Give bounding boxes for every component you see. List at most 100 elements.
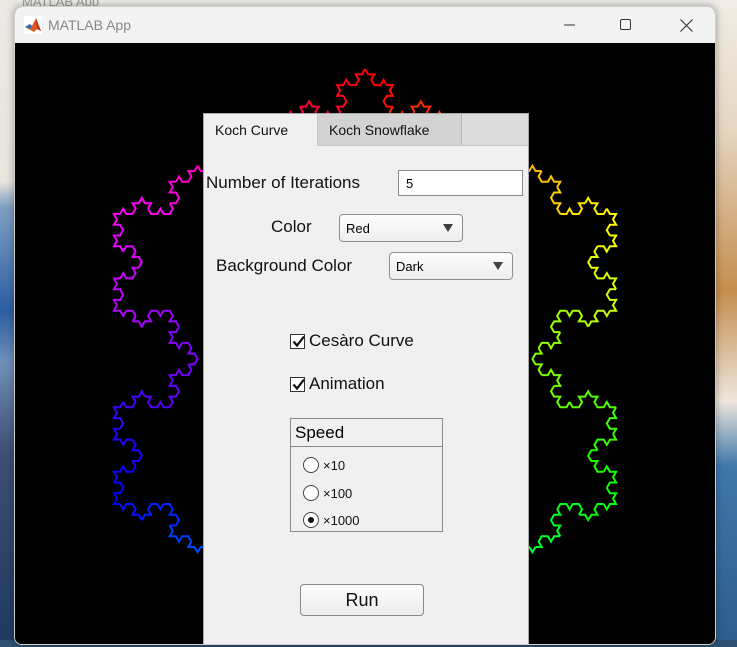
window-title: MATLAB App — [48, 17, 132, 33]
koch-curve-segment — [549, 309, 567, 334]
koch-curve-segment — [531, 347, 544, 376]
koch-curve-segment — [167, 363, 193, 381]
animation-label: Animation — [309, 374, 385, 393]
koch-curve-segment — [122, 389, 146, 409]
tab-koch-snowflake[interactable]: Koch Snowflake — [318, 114, 462, 145]
desktop-wallpaper-right — [713, 0, 737, 647]
speed-button-group: Speed ×10 ×100 ×1000 — [290, 418, 443, 532]
koch-curve-segment — [605, 208, 618, 236]
background-color-dropdown-value: Dark — [396, 258, 424, 274]
koch-curve-segment — [605, 406, 618, 435]
koch-curve-segment — [364, 68, 388, 87]
tab-koch-curve[interactable]: Koch Curve — [204, 114, 318, 146]
speed-option-label: ×1000 — [323, 512, 360, 528]
iterations-label: Number of Iterations — [206, 173, 361, 192]
koch-curve-segment — [130, 195, 153, 215]
koch-curve-segment — [565, 309, 590, 328]
color-dropdown[interactable]: Red — [339, 214, 463, 242]
koch-curve-segment — [597, 234, 618, 254]
koch-curve-segment — [119, 503, 143, 521]
speed-group-title: Speed — [291, 419, 442, 447]
koch-curve-segment — [602, 487, 618, 512]
koch-curve-segment — [112, 224, 125, 253]
cesaro-curve-checkbox[interactable] — [290, 333, 305, 349]
koch-curve-segment — [578, 503, 604, 523]
koch-curve-segment — [112, 427, 133, 447]
maximize-button[interactable] — [603, 7, 649, 43]
koch-curve-segment — [593, 271, 618, 290]
cesaro-curve-label: Cesàro Curve — [309, 331, 414, 350]
koch-curve-segment — [167, 326, 183, 351]
koch-curve-segment — [593, 433, 618, 451]
koch-curve-segment — [549, 508, 563, 537]
checkmark-icon — [292, 335, 305, 347]
koch-curve-segment — [167, 380, 181, 408]
close-icon — [679, 18, 693, 32]
app-window: MATLAB App Koch Curve Koch Snowflake Num… — [14, 6, 716, 645]
koch-curve-segment — [112, 464, 137, 483]
koch-curve-segment — [335, 77, 351, 102]
koch-curve-segment — [584, 195, 608, 215]
color-dropdown-value: Red — [346, 220, 370, 236]
dropdown-arrow-icon — [443, 224, 453, 232]
koch-curve-segment — [537, 170, 563, 188]
koch-curve-segment — [560, 202, 586, 215]
koch-curve-segment — [122, 245, 143, 269]
run-button[interactable]: Run — [300, 584, 424, 616]
close-button[interactable] — [663, 7, 709, 43]
koch-curve-segment — [568, 389, 593, 409]
koch-curve-segment — [556, 503, 584, 516]
color-label: Color — [271, 217, 312, 236]
animation-checkbox[interactable] — [290, 376, 305, 392]
koch-curve-segment — [112, 304, 137, 322]
background-color-dropdown[interactable]: Dark — [389, 252, 513, 280]
koch-curve-segment — [132, 309, 158, 329]
matlab-icon — [24, 16, 42, 34]
plot-canvas[interactable]: Koch Curve Koch Snowflake Number of Iter… — [15, 43, 715, 644]
animation-checkbox-row[interactable]: Animation — [290, 374, 385, 394]
radio-button-selected[interactable] — [303, 512, 319, 528]
koch-curve-segment — [549, 385, 571, 409]
koch-curve-segment — [140, 503, 165, 521]
background-color-label: Background Color — [216, 256, 353, 275]
control-panel: Koch Curve Koch Snowflake Number of Iter… — [203, 113, 529, 644]
speed-option-x10[interactable]: ×10 — [303, 457, 345, 473]
koch-curve-segment — [587, 309, 611, 328]
koch-curve-segment — [587, 449, 604, 473]
koch-curve-segment — [549, 186, 563, 215]
koch-curve-segment — [147, 202, 174, 215]
koch-curve-segment — [112, 401, 125, 430]
maximize-icon — [620, 19, 631, 30]
koch-curve-segment — [535, 535, 561, 548]
koch-curve-segment — [167, 525, 193, 544]
radio-button[interactable] — [303, 457, 319, 473]
speed-option-x100[interactable]: ×100 — [303, 485, 352, 501]
checkmark-icon — [292, 378, 305, 390]
koch-curve-segment — [112, 206, 133, 226]
koch-curve-segment — [591, 395, 617, 409]
minimize-button[interactable] — [547, 7, 593, 43]
koch-curve-segment — [130, 439, 143, 467]
koch-curve-segment — [112, 481, 125, 505]
koch-curve-segment — [587, 245, 600, 274]
cesaro-curve-checkbox-row[interactable]: Cesàro Curve — [290, 331, 414, 351]
speed-option-x1000[interactable]: ×1000 — [303, 512, 360, 528]
koch-curve-segment — [144, 395, 170, 409]
koch-curve-segment — [112, 277, 125, 306]
radio-button[interactable] — [303, 485, 319, 501]
koch-curve-segment — [541, 367, 563, 387]
dropdown-arrow-icon — [493, 262, 503, 270]
koch-curve-segment — [602, 464, 618, 489]
koch-curve-segment — [167, 180, 181, 205]
koch-curve-segment — [175, 165, 199, 183]
speed-option-label: ×10 — [323, 457, 346, 473]
koch-curve-segment — [182, 341, 199, 366]
koch-curve-segment — [382, 84, 395, 108]
speed-option-label: ×100 — [323, 485, 353, 501]
title-bar[interactable]: MATLAB App — [15, 7, 715, 43]
tab-bar: Koch Curve Koch Snowflake — [204, 114, 528, 146]
koch-curve-segment — [537, 331, 563, 351]
koch-curve-segment — [156, 309, 180, 328]
minimize-icon — [564, 24, 575, 26]
iterations-input[interactable]: 5 — [398, 170, 523, 196]
